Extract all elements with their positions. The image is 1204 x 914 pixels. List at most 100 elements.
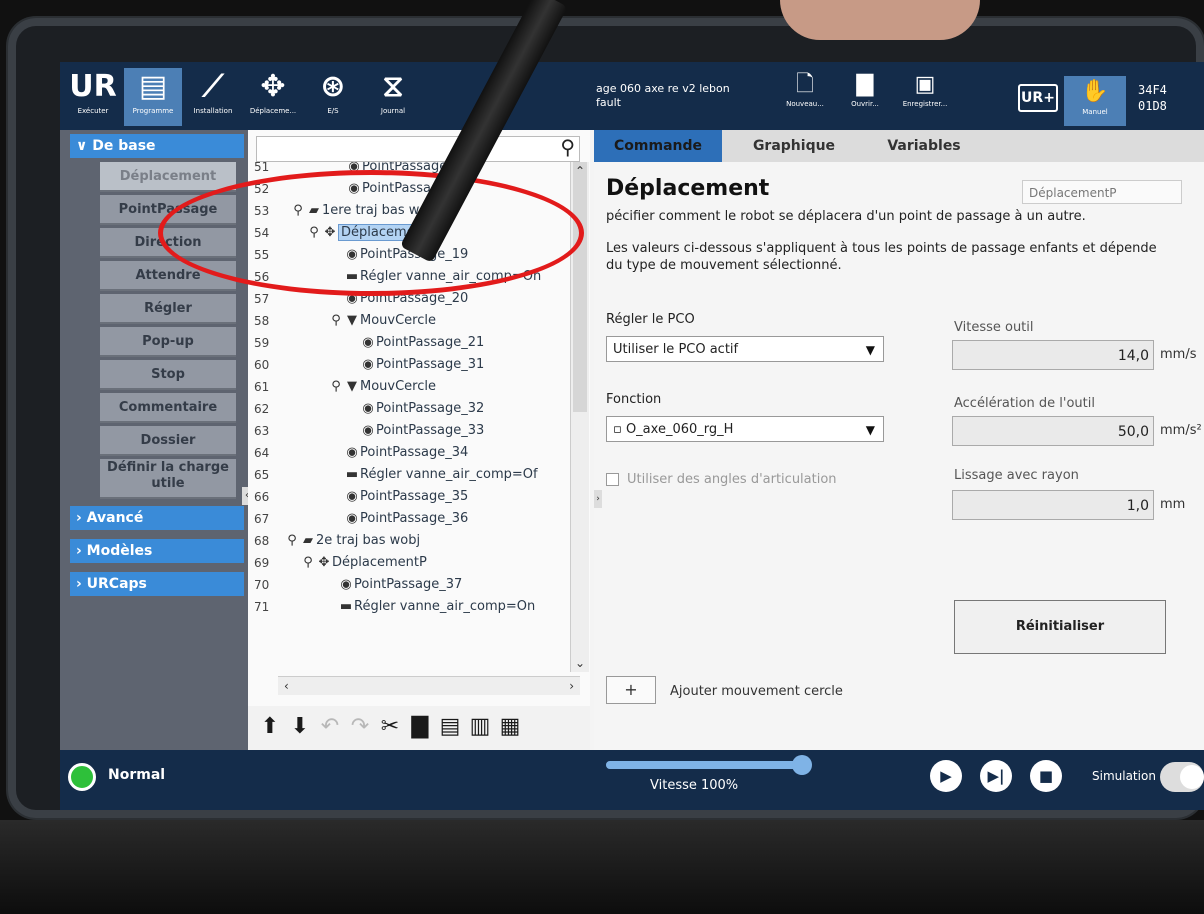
ur-logo-icon: UR bbox=[69, 69, 117, 104]
expand-icon[interactable]: ⚲ bbox=[328, 310, 344, 332]
urplus-button[interactable]: UR+ bbox=[1018, 84, 1058, 112]
installation-tab[interactable]: ⟋ Installation bbox=[184, 68, 242, 126]
program-info: age 060 axe re v2 lebon fault bbox=[596, 82, 730, 110]
program-name: age 060 axe re v2 lebon bbox=[596, 82, 730, 95]
tool-speed-field[interactable]: 14,0 bbox=[952, 340, 1154, 370]
new-button[interactable]: 🗋 Nouveau... bbox=[780, 70, 830, 108]
hand-icon: ✋ bbox=[1081, 79, 1109, 104]
scroll-left-icon[interactable]: ‹ bbox=[284, 677, 289, 695]
tree-row[interactable]: 60 ◉ PointPassage_31 bbox=[248, 354, 574, 376]
expand-icon[interactable]: ⚲ bbox=[284, 530, 300, 552]
tab-variables[interactable]: Variables bbox=[864, 130, 984, 162]
tree-row[interactable]: 65 ▬ Régler vanne_air_comp=Of bbox=[248, 464, 574, 486]
speed-slider[interactable] bbox=[606, 755, 812, 775]
cmd-move[interactable]: Déplacement bbox=[100, 162, 236, 192]
tree-row[interactable]: 67 ◉ PointPassage_36 bbox=[248, 508, 574, 530]
category-basic[interactable]: ∨ De base bbox=[70, 134, 244, 158]
tree-row[interactable]: 69 ⚲ ✥ DéplacementP bbox=[248, 552, 574, 574]
scroll-right-icon[interactable]: › bbox=[569, 677, 574, 695]
tree-row[interactable]: 58 ⚲ ▼ MouvCercle bbox=[248, 310, 574, 332]
chevron-right-icon: › bbox=[76, 576, 87, 592]
redo-icon[interactable]: ↷ bbox=[346, 712, 374, 742]
run-tab[interactable]: UR Exécuter bbox=[64, 68, 122, 126]
tool-accel-field[interactable]: 50,0 bbox=[952, 416, 1154, 446]
stop-icon[interactable]: ■ bbox=[1030, 760, 1062, 792]
save-button[interactable]: ▣ Enregistrer... bbox=[900, 70, 950, 108]
move-down-icon[interactable]: ⬇ bbox=[286, 712, 314, 742]
cmd-set[interactable]: Régler bbox=[100, 294, 236, 324]
tab-graphics[interactable]: Graphique bbox=[734, 130, 854, 162]
category-urcaps[interactable]: › URCaps bbox=[70, 572, 244, 596]
node-editor-panel: Commande Graphique Variables Déplacement… bbox=[594, 130, 1204, 750]
undo-icon[interactable]: ↶ bbox=[316, 712, 344, 742]
delete-icon[interactable]: ▥ bbox=[466, 712, 494, 742]
cmd-set-payload[interactable]: Définir la charge utile bbox=[100, 459, 236, 499]
speed-slider-fill bbox=[606, 761, 802, 769]
io-icon: ⊛ bbox=[320, 69, 346, 104]
category-advanced[interactable]: › Avancé bbox=[70, 506, 244, 530]
tree-toolbar: ⬆ ⬇ ↶ ↷ ✂ ▇ ▤ ▥ ▦ bbox=[248, 706, 590, 750]
feature-select[interactable]: ▫ O_axe_060_rg_H ▼ bbox=[606, 416, 884, 442]
node-name-field[interactable]: DéplacementP bbox=[1022, 180, 1182, 204]
suppress-icon[interactable]: ▦ bbox=[496, 712, 524, 742]
blend-radius-field[interactable]: 1,0 bbox=[952, 490, 1154, 520]
log-tab[interactable]: ⧖ Journal bbox=[364, 68, 422, 126]
move-icon: ✥ bbox=[318, 555, 330, 570]
category-templates[interactable]: › Modèles bbox=[70, 539, 244, 563]
open-button[interactable]: ▇ Ouvrir... bbox=[840, 70, 890, 108]
feature-label: Fonction bbox=[606, 392, 662, 407]
cut-icon[interactable]: ✂ bbox=[376, 712, 404, 742]
collapse-right-handle[interactable]: › bbox=[594, 490, 602, 508]
reset-button[interactable]: Réinitialiser bbox=[954, 600, 1166, 654]
scrollbar-thumb[interactable] bbox=[573, 162, 587, 412]
tree-row[interactable]: 66 ◉ PointPassage_35 bbox=[248, 486, 574, 508]
tree-horizontal-scrollbar[interactable]: ‹ › bbox=[278, 676, 580, 695]
tree-row[interactable]: 71 ▬ Régler vanne_air_comp=On bbox=[248, 596, 574, 618]
tree-row[interactable]: 63 ◉ PointPassage_33 bbox=[248, 420, 574, 442]
tool-speed-unit: mm/s bbox=[1160, 347, 1197, 362]
tree-row[interactable]: 61 ⚲ ▼ MouvCercle bbox=[248, 376, 574, 398]
tool-accel-label: Accélération de l'outil bbox=[954, 396, 1095, 411]
copy-icon[interactable]: ▇ bbox=[406, 712, 434, 742]
simulation-toggle[interactable] bbox=[1160, 762, 1204, 792]
expand-icon[interactable]: ⚲ bbox=[300, 552, 316, 574]
paste-icon[interactable]: ▤ bbox=[436, 712, 464, 742]
cmd-popup[interactable]: Pop-up bbox=[100, 327, 236, 357]
cmd-folder[interactable]: Dossier bbox=[100, 426, 236, 456]
dropdown-arrow-icon: ▼ bbox=[865, 423, 875, 437]
checkbox-box[interactable] bbox=[606, 473, 619, 486]
manual-mode-button[interactable]: ✋ Manuel bbox=[1064, 76, 1126, 126]
search-input[interactable]: ⚲ bbox=[256, 135, 580, 162]
scroll-up-icon[interactable]: ⌃ bbox=[571, 162, 589, 180]
add-circle-move[interactable]: + Ajouter mouvement cercle bbox=[606, 676, 843, 704]
tree-row[interactable]: 62 ◉ PointPassage_32 bbox=[248, 398, 574, 420]
scroll-down-icon[interactable]: ⌄ bbox=[571, 654, 589, 672]
cmd-comment[interactable]: Commentaire bbox=[100, 393, 236, 423]
tool-accel-unit: mm/s² bbox=[1160, 423, 1202, 438]
tree-row[interactable]: 68 ⚲ ▰ 2e traj bas wobj bbox=[248, 530, 574, 552]
tree-row[interactable]: 70 ◉ PointPassage_37 bbox=[248, 574, 574, 596]
tab-command[interactable]: Commande bbox=[594, 130, 722, 162]
page-title: Déplacement bbox=[606, 176, 770, 201]
robot-status-indicator[interactable] bbox=[68, 763, 96, 791]
feature-icon: ▫ bbox=[613, 422, 626, 437]
io-tab[interactable]: ⊛ E/S bbox=[304, 68, 362, 126]
tcp-select[interactable]: Utiliser le PCO actif ▼ bbox=[606, 336, 884, 362]
tree-row[interactable]: 64 ◉ PointPassage_34 bbox=[248, 442, 574, 464]
speed-slider-knob[interactable] bbox=[792, 755, 812, 775]
step-icon[interactable]: ▶| bbox=[980, 760, 1012, 792]
play-icon[interactable]: ▶ bbox=[930, 760, 962, 792]
search-icon[interactable]: ⚲ bbox=[560, 135, 575, 159]
red-marker-ellipse bbox=[158, 170, 584, 296]
cmd-stop[interactable]: Stop bbox=[100, 360, 236, 390]
tcp-label: Régler le PCO bbox=[606, 312, 695, 327]
program-tab[interactable]: ▤ Programme bbox=[124, 68, 182, 126]
expand-icon[interactable]: ⚲ bbox=[328, 376, 344, 398]
move-up-icon[interactable]: ⬆ bbox=[256, 712, 284, 742]
set-icon: ▬ bbox=[345, 467, 359, 482]
move-tab[interactable]: ✥ Déplaceme... bbox=[244, 68, 302, 126]
plus-icon[interactable]: + bbox=[606, 676, 656, 704]
tree-row[interactable]: 59 ◉ PointPassage_21 bbox=[248, 332, 574, 354]
waypoint-icon: ◉ bbox=[346, 489, 358, 504]
joint-angles-checkbox[interactable]: Utiliser des angles d'articulation bbox=[606, 472, 837, 487]
